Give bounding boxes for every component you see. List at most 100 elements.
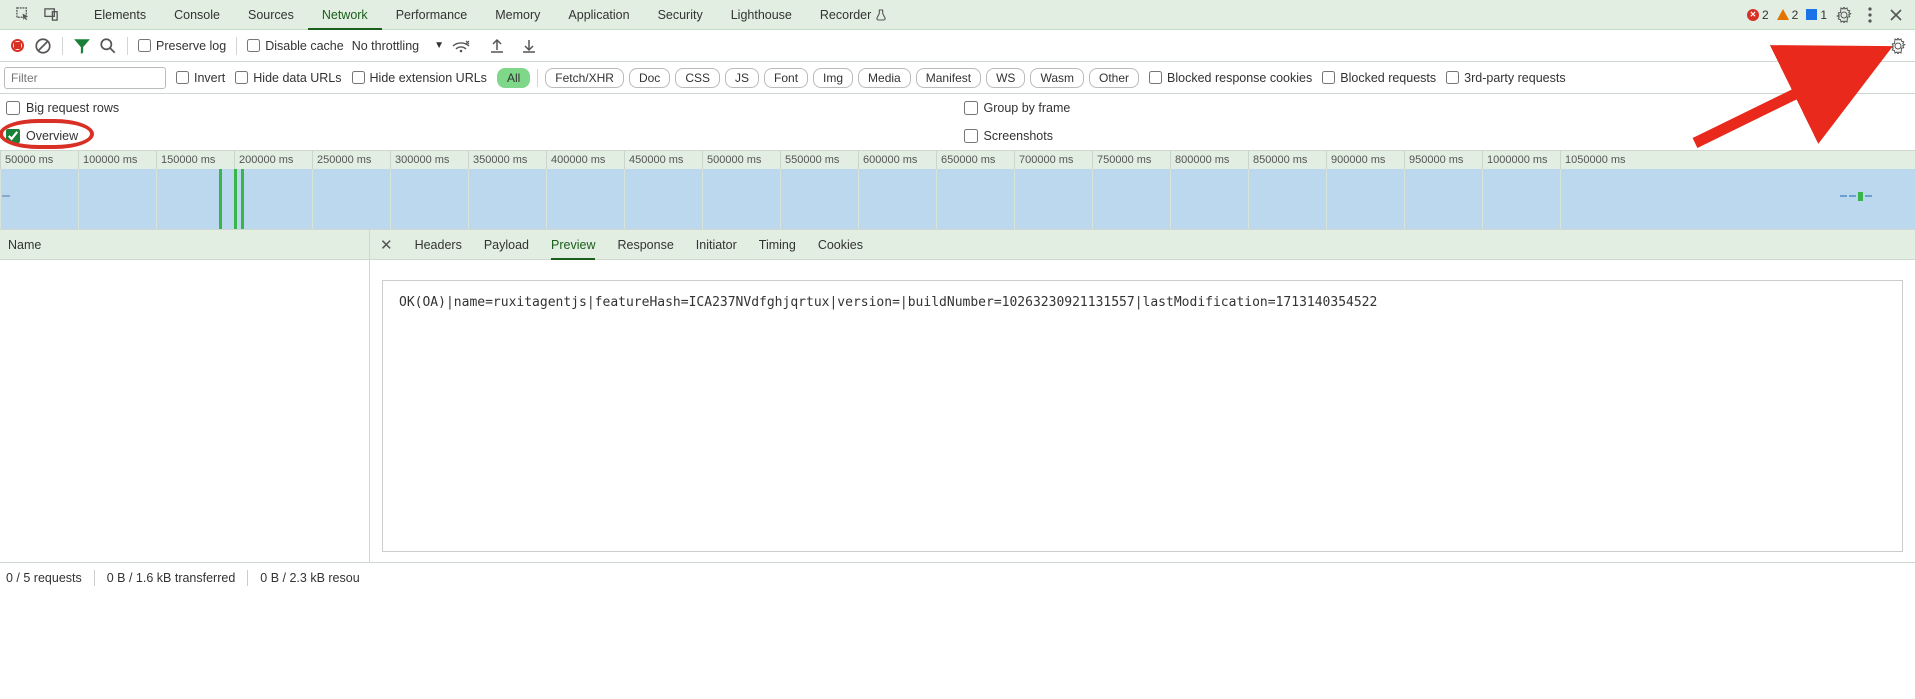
detail-tabs: ✕ Headers Payload Preview Response Initi…: [370, 230, 1915, 260]
warnings-count: 2: [1792, 8, 1799, 22]
issues-badge[interactable]: 1: [1806, 8, 1827, 22]
filter-bar: Invert Hide data URLs Hide extension URL…: [0, 62, 1915, 94]
tab-performance[interactable]: Performance: [382, 0, 482, 29]
blocked-cookies-toggle[interactable]: Blocked response cookies: [1149, 71, 1312, 85]
upload-har-icon[interactable]: [488, 37, 506, 55]
pill-font[interactable]: Font: [764, 68, 808, 88]
pill-media[interactable]: Media: [858, 68, 911, 88]
record-button[interactable]: [8, 37, 26, 55]
timeline-tick: 50000 ms: [0, 151, 78, 169]
settings-gear-icon[interactable]: [1835, 6, 1853, 24]
timeline-tick: 800000 ms: [1170, 151, 1248, 169]
tab-recorder[interactable]: Recorder: [806, 0, 900, 29]
filter-funnel-icon[interactable]: [73, 37, 91, 55]
devtools-top-bar: Elements Console Sources Network Perform…: [0, 0, 1915, 30]
status-transferred: 0 B / 1.6 kB transferred: [107, 571, 236, 585]
pill-all[interactable]: All: [497, 68, 530, 88]
network-toolbar: Preserve log Disable cache No throttling…: [0, 30, 1915, 62]
screenshots-label: Screenshots: [984, 129, 1053, 143]
kebab-menu-icon[interactable]: [1861, 6, 1879, 24]
timeline-body[interactable]: [0, 169, 1915, 229]
detail-tab-cookies[interactable]: Cookies: [818, 230, 863, 259]
timeline-tick: 900000 ms: [1326, 151, 1404, 169]
resource-type-filters: All Fetch/XHR Doc CSS JS Font Img Media …: [497, 68, 1139, 88]
detail-tab-initiator[interactable]: Initiator: [696, 230, 737, 259]
errors-badge[interactable]: ✕2: [1747, 8, 1769, 22]
disable-cache-label: Disable cache: [265, 39, 344, 53]
top-left-tools: [6, 6, 68, 24]
timeline-tick: 1000000 ms: [1482, 151, 1560, 169]
group-by-frame-toggle[interactable]: Group by frame: [958, 94, 1915, 122]
pill-manifest[interactable]: Manifest: [916, 68, 981, 88]
throttling-dropdown[interactable]: No throttling ▼: [352, 39, 444, 53]
pill-js[interactable]: JS: [725, 68, 759, 88]
device-toggle-icon[interactable]: [42, 6, 60, 24]
pill-fetch-xhr[interactable]: Fetch/XHR: [545, 68, 624, 88]
pill-ws[interactable]: WS: [986, 68, 1025, 88]
overview-timeline[interactable]: 50000 ms100000 ms150000 ms200000 ms25000…: [0, 151, 1915, 230]
timeline-ruler: 50000 ms100000 ms150000 ms200000 ms25000…: [0, 151, 1915, 169]
tab-security[interactable]: Security: [644, 0, 717, 29]
preview-content[interactable]: OK(OA)|name=ruxitagentjs|featureHash=ICA…: [382, 280, 1903, 552]
timeline-tick: 950000 ms: [1404, 151, 1482, 169]
tab-sources[interactable]: Sources: [234, 0, 308, 29]
network-settings-gear-icon[interactable]: [1889, 37, 1907, 55]
tab-console[interactable]: Console: [160, 0, 234, 29]
detail-tab-payload[interactable]: Payload: [484, 230, 529, 259]
tab-network[interactable]: Network: [308, 0, 382, 29]
pill-other[interactable]: Other: [1089, 68, 1139, 88]
network-conditions-icon[interactable]: [452, 37, 470, 55]
request-list: Name: [0, 230, 370, 562]
search-icon[interactable]: [99, 37, 117, 55]
timeline-tick: 200000 ms: [234, 151, 312, 169]
hide-data-urls-toggle[interactable]: Hide data URLs: [235, 71, 341, 85]
timeline-markers: [219, 169, 244, 229]
har-tools: [488, 37, 538, 55]
overview-label: Overview: [26, 129, 78, 143]
third-party-toggle[interactable]: 3rd-party requests: [1446, 71, 1565, 85]
big-request-rows-toggle[interactable]: Big request rows: [0, 94, 958, 122]
timeline-tick: 750000 ms: [1092, 151, 1170, 169]
blocked-requests-toggle[interactable]: Blocked requests: [1322, 71, 1436, 85]
inspect-icon[interactable]: [14, 6, 32, 24]
screenshots-toggle[interactable]: Screenshots: [958, 122, 1915, 150]
detail-tab-response[interactable]: Response: [617, 230, 673, 259]
filter-input[interactable]: [4, 67, 166, 89]
pill-img[interactable]: Img: [813, 68, 853, 88]
warnings-badge[interactable]: 2: [1777, 8, 1799, 22]
overview-toggle[interactable]: Overview: [0, 122, 958, 150]
timeline-tick: 150000 ms: [156, 151, 234, 169]
download-har-icon[interactable]: [520, 37, 538, 55]
group-frame-label: Group by frame: [984, 101, 1071, 115]
tab-memory[interactable]: Memory: [481, 0, 554, 29]
detail-tab-timing[interactable]: Timing: [759, 230, 796, 259]
timeline-tick: 350000 ms: [468, 151, 546, 169]
request-detail: ✕ Headers Payload Preview Response Initi…: [370, 230, 1915, 562]
tab-elements[interactable]: Elements: [80, 0, 160, 29]
detail-tab-headers[interactable]: Headers: [415, 230, 462, 259]
timeline-tick: 100000 ms: [78, 151, 156, 169]
pill-wasm[interactable]: Wasm: [1030, 68, 1084, 88]
detail-tab-preview[interactable]: Preview: [551, 230, 595, 259]
disable-cache-toggle[interactable]: Disable cache: [247, 39, 344, 53]
clear-button[interactable]: [34, 37, 52, 55]
timeline-tick: 550000 ms: [780, 151, 858, 169]
blocked-cookies-label: Blocked response cookies: [1167, 71, 1312, 85]
close-devtools-icon[interactable]: [1887, 6, 1905, 24]
timeline-tick: 650000 ms: [936, 151, 1014, 169]
invert-toggle[interactable]: Invert: [176, 71, 225, 85]
hide-extension-urls-toggle[interactable]: Hide extension URLs: [352, 71, 487, 85]
tab-application[interactable]: Application: [554, 0, 643, 29]
timeline-request-left: [2, 195, 10, 197]
pill-css[interactable]: CSS: [675, 68, 720, 88]
timeline-tick: 600000 ms: [858, 151, 936, 169]
preserve-log-toggle[interactable]: Preserve log: [138, 39, 226, 53]
tab-lighthouse[interactable]: Lighthouse: [717, 0, 806, 29]
main-tabs: Elements Console Sources Network Perform…: [80, 0, 900, 29]
status-requests: 0 / 5 requests: [6, 571, 82, 585]
tab-recorder-label: Recorder: [820, 8, 871, 22]
close-detail-icon[interactable]: ✕: [380, 236, 393, 254]
pill-doc[interactable]: Doc: [629, 68, 670, 88]
request-list-header[interactable]: Name: [0, 230, 369, 260]
hide-ext-label: Hide extension URLs: [370, 71, 487, 85]
